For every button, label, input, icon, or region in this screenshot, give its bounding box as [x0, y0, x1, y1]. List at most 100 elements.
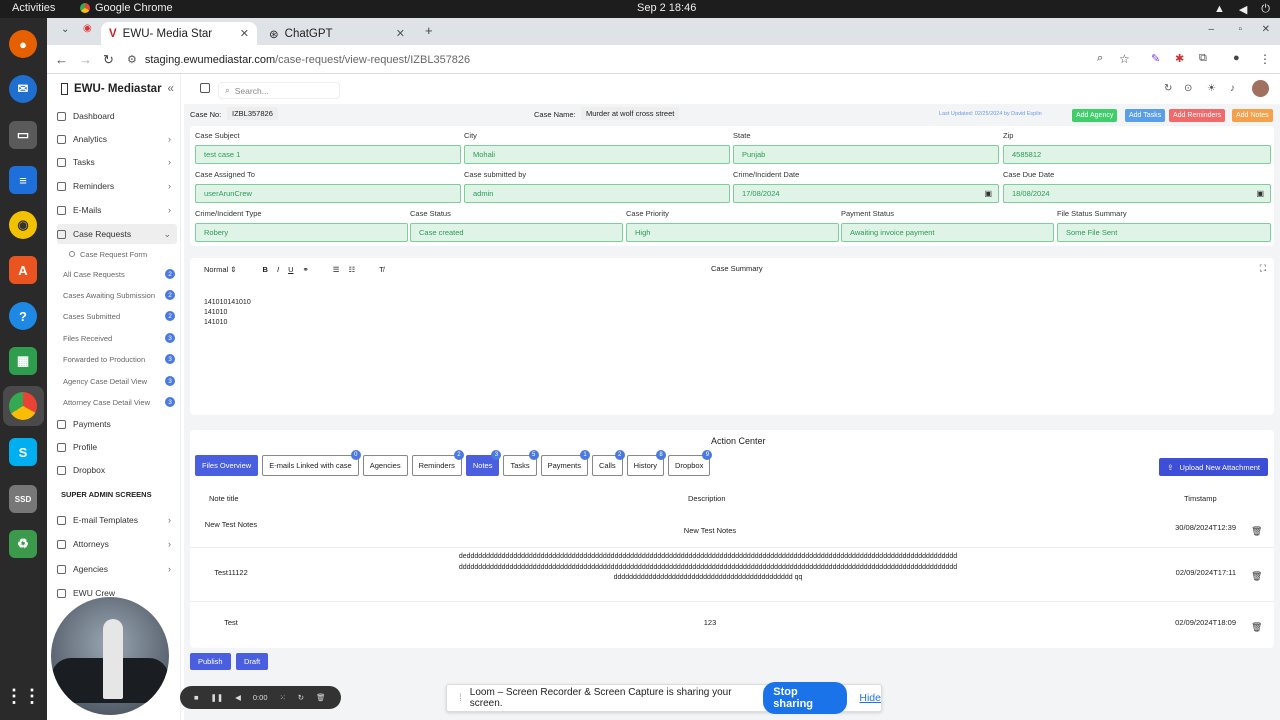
writer-icon[interactable]: ≡	[9, 166, 37, 194]
tab-payments[interactable]: Payments 1	[540, 450, 590, 476]
site-info-icon[interactable]: ⚙	[127, 53, 137, 66]
stop-sharing-button[interactable]: Stop sharing	[763, 682, 848, 714]
new-tab-icon[interactable]: +	[425, 23, 433, 38]
tab-chatgpt[interactable]: ⊛ ChatGPT ✕	[261, 22, 413, 45]
sidebar-item-case-requests[interactable]: Case Requests ⌄	[57, 224, 177, 244]
sidebar-sub-forwarded[interactable]: Forwarded to Production 3	[63, 350, 181, 368]
user-avatar[interactable]	[1252, 80, 1269, 97]
publish-button[interactable]: Publish	[190, 653, 231, 670]
delete-icon[interactable]: 🗑	[1251, 622, 1262, 633]
sidebar-sub-attorney-view[interactable]: Attorney Case Detail View 3	[63, 393, 181, 411]
sidebar-item-reminders[interactable]: Reminders ›	[57, 176, 177, 196]
sidebar-sub-submitted[interactable]: Cases Submitted 2	[63, 307, 181, 325]
sidebar-item-agencies[interactable]: Agencies ›	[57, 559, 177, 579]
bookmark-star-icon[interactable]: ☆	[1119, 52, 1130, 66]
search-input[interactable]: ⌕ Search...	[218, 82, 340, 99]
system-tray[interactable]: ▲ ◀ ⏻	[1214, 3, 1270, 16]
sidebar-sub-case-request-form[interactable]: Case Request Form	[69, 245, 187, 263]
tab-files-overview[interactable]: Files Overview	[195, 455, 259, 476]
tab-agencies[interactable]: Agencies	[362, 455, 408, 476]
activities-button[interactable]: Activities	[12, 2, 55, 14]
add-tasks-button[interactable]: Add Tasks	[1125, 109, 1166, 122]
tab-reminders[interactable]: Reminders 2	[411, 450, 464, 476]
sidebar-item-attorneys[interactable]: Attorneys ›	[57, 534, 177, 554]
incident-type-field[interactable]: Robery	[195, 223, 408, 242]
file-status-field[interactable]: Some File Sent	[1057, 223, 1271, 242]
stop-record-icon[interactable]: ■	[194, 693, 199, 702]
mute-icon[interactable]: ◀	[235, 693, 241, 702]
settings-icon[interactable]: ⊙	[1184, 83, 1192, 94]
tab-dropbox[interactable]: Dropbox 9	[668, 450, 713, 476]
table-row[interactable]: New Test Notes New Test Notes 30/08/2024…	[190, 510, 1274, 548]
help-icon[interactable]: ?	[9, 302, 37, 330]
state-field[interactable]: Punjab	[733, 145, 999, 164]
ordered-list-icon[interactable]: ☰	[333, 265, 340, 274]
incident-date-field[interactable]: 17/08/2024 ▣	[733, 184, 999, 203]
theme-icon[interactable]: ☀	[1207, 83, 1216, 94]
rhythmbox-icon[interactable]: ◉	[9, 211, 37, 239]
chrome-dock-icon[interactable]	[9, 392, 37, 420]
forward-icon[interactable]: →	[79, 52, 92, 67]
tab-calls[interactable]: Calls 2	[591, 450, 625, 476]
fullscreen-icon[interactable]: ⛶	[1260, 263, 1266, 274]
firefox-icon[interactable]: ●	[9, 30, 37, 58]
close-window-icon[interactable]: ✕	[1262, 24, 1270, 35]
close-tab-icon[interactable]: ✕	[240, 27, 249, 40]
close-tab-icon[interactable]: ✕	[396, 27, 405, 40]
sidebar-item-profile[interactable]: Profile	[57, 437, 177, 457]
sidebar-item-analytics[interactable]: Analytics ›	[57, 129, 177, 149]
clear-format-icon[interactable]: T̸	[379, 265, 384, 274]
pause-icon[interactable]: ❚❚	[211, 693, 224, 702]
table-row[interactable]: Test 123 02/09/2024T18:09 🗑	[190, 602, 1274, 646]
add-agency-button[interactable]: Add Agency	[1072, 109, 1118, 122]
sidebar-item-dropbox[interactable]: Dropbox	[57, 460, 177, 480]
sidebar-item-emails[interactable]: E-Mails ›	[57, 200, 177, 220]
skype-icon[interactable]: S	[9, 438, 37, 466]
zip-field[interactable]: 4585812	[1003, 145, 1271, 164]
payment-status-field[interactable]: Awaiting invoice payment	[841, 223, 1054, 242]
refresh-icon[interactable]: ↻	[1164, 83, 1172, 94]
bullet-list-icon[interactable]: ☷	[349, 265, 356, 274]
sidebar-sub-all[interactable]: All Case Requests 2	[63, 265, 181, 283]
submitted-by-field[interactable]: admin	[464, 184, 730, 203]
show-apps-icon[interactable]: ⋮⋮	[5, 682, 41, 710]
collapse-icon[interactable]: «	[168, 83, 174, 95]
format-select[interactable]: Normal ⇕	[204, 265, 237, 274]
restart-icon[interactable]: ↻	[298, 693, 304, 702]
underline-icon[interactable]: U	[288, 265, 293, 274]
tab-history[interactable]: History 8	[626, 450, 666, 476]
profile-icon[interactable]: ●	[1233, 52, 1240, 64]
sidebar-item-tasks[interactable]: Tasks ›	[57, 152, 177, 172]
due-date-field[interactable]: 18/08/2024 ▣	[1003, 184, 1271, 203]
zoom-icon[interactable]: ⌕	[1097, 52, 1103, 65]
maximize-icon[interactable]: ▫	[1238, 24, 1242, 35]
trash-dock-icon[interactable]: ♻	[9, 530, 37, 558]
tab-emails-linked[interactable]: E-mails Linked with case 0	[262, 450, 361, 476]
tab-list-icon[interactable]: ⌄	[61, 24, 69, 35]
assigned-to-field[interactable]: userArunCrew	[195, 184, 461, 203]
extensions-icon[interactable]: ⧉	[1199, 52, 1207, 65]
extension-loom-icon[interactable]: ✱	[1175, 52, 1184, 65]
minimize-icon[interactable]: –	[1208, 24, 1214, 35]
drag-handle-icon[interactable]: ⁞	[459, 693, 462, 704]
address-bar[interactable]: ⚙ staging.ewumediastar.com/case-request/…	[127, 49, 1117, 70]
sidebar-sub-awaiting[interactable]: Cases Awaiting Submission 2	[63, 286, 181, 304]
thunderbird-icon[interactable]: ✉	[9, 75, 37, 103]
notification-bell-icon[interactable]: ♪	[1230, 83, 1235, 94]
add-reminders-button[interactable]: Add Reminders	[1169, 109, 1226, 122]
italic-icon[interactable]: I	[277, 265, 279, 274]
delete-icon[interactable]: 🗑	[1251, 571, 1262, 582]
calc-icon[interactable]: ▦	[9, 347, 37, 375]
case-summary-editor[interactable]: Normal ⇕ B I U ⚭ ☰ ☷ T̸ Case Summary ⛶ 1…	[190, 258, 1274, 415]
app-center-icon[interactable]: A	[9, 256, 37, 284]
bold-icon[interactable]: B	[263, 265, 268, 274]
files-icon[interactable]: ▭	[9, 121, 37, 149]
drag-handle-icon[interactable]: ⁙	[280, 693, 286, 702]
chrome-menu-icon[interactable]: ⋮	[1259, 52, 1271, 66]
city-field[interactable]: Mohali	[464, 145, 730, 164]
sidebar-sub-agency-view[interactable]: Agency Case Detail View 3	[63, 372, 181, 390]
upload-attachment-button[interactable]: ⇪ Upload New Attachment	[1159, 458, 1268, 476]
link-icon[interactable]: ⚭	[302, 265, 308, 274]
app-menu[interactable]: Google Chrome	[80, 2, 173, 14]
table-row[interactable]: Test11122 dedddddddddddddddddddddddddddd…	[190, 548, 1274, 602]
